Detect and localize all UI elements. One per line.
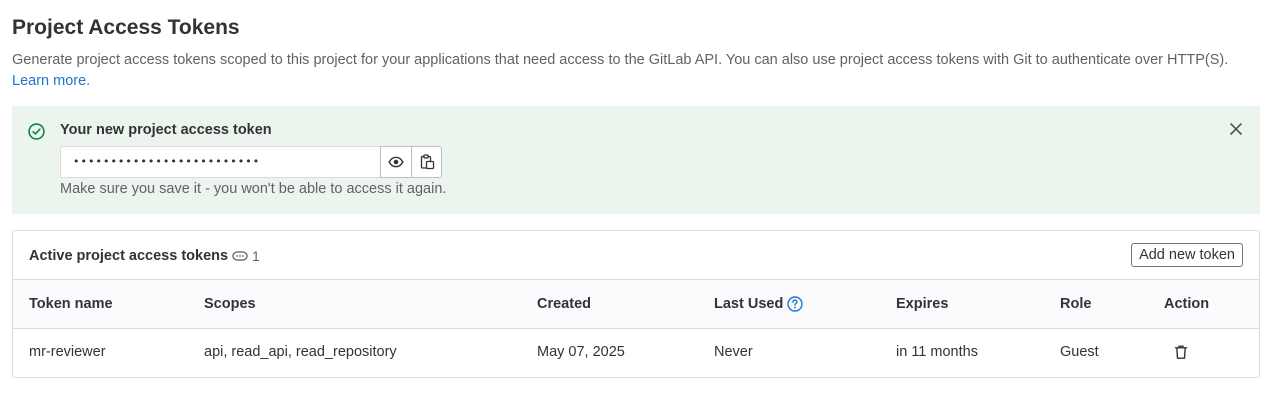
scopes-cell: api, read_api, read_repository xyxy=(204,344,397,360)
add-new-token-button[interactable]: Add new token xyxy=(1131,243,1243,267)
role-cell: Guest xyxy=(1060,344,1099,360)
column-scopes: Scopes xyxy=(204,296,256,312)
success-alert: Your new project access token ••••••••••… xyxy=(12,106,1260,214)
toggle-visibility-button[interactable] xyxy=(380,146,411,178)
eye-icon xyxy=(388,156,404,168)
column-expires: Expires xyxy=(896,296,949,312)
table-row: mr-reviewer api, read_api, read_reposito… xyxy=(13,329,1259,377)
page-title: Project Access Tokens xyxy=(12,16,240,39)
column-created: Created xyxy=(537,296,591,312)
learn-more-link[interactable]: Learn more. xyxy=(12,73,90,89)
close-icon[interactable] xyxy=(1229,122,1243,136)
help-icon[interactable] xyxy=(787,296,804,312)
token-count-badge: 1 xyxy=(232,248,260,264)
alert-help-text: Make sure you save it - you won't be abl… xyxy=(60,181,447,197)
table-header: Token name Scopes Created Last Used Expi… xyxy=(13,280,1259,329)
copy-icon xyxy=(420,154,434,170)
token-field-group: ••••••••••••••••••••••••• xyxy=(60,146,442,178)
token-icon xyxy=(232,251,248,261)
created-cell: May 07, 2025 xyxy=(537,344,625,360)
alert-title: Your new project access token xyxy=(60,122,272,138)
column-token-name: Token name xyxy=(29,296,113,312)
last-used-cell: Never xyxy=(714,344,753,360)
trash-icon xyxy=(1174,345,1188,359)
column-action: Action xyxy=(1164,296,1210,312)
column-last-used-label: Last Used xyxy=(714,296,784,312)
check-circle-icon xyxy=(28,123,45,140)
expires-cell: in 11 months xyxy=(896,344,978,360)
token-field[interactable]: ••••••••••••••••••••••••• xyxy=(60,146,380,178)
token-name-cell: mr-reviewer xyxy=(29,344,106,360)
card-header: Active project access tokens 1 Add new t… xyxy=(13,231,1259,280)
description-text: Generate project access tokens scoped to… xyxy=(12,52,1229,68)
column-role: Role xyxy=(1060,296,1092,312)
revoke-token-button[interactable] xyxy=(1171,342,1191,362)
column-last-used: Last Used xyxy=(714,296,804,312)
copy-token-button[interactable] xyxy=(411,146,442,178)
active-tokens-card: Active project access tokens 1 Add new t… xyxy=(12,230,1260,378)
card-title: Active project access tokens xyxy=(29,248,229,264)
token-count: 1 xyxy=(252,248,260,264)
page-description: Generate project access tokens scoped to… xyxy=(12,50,1232,92)
